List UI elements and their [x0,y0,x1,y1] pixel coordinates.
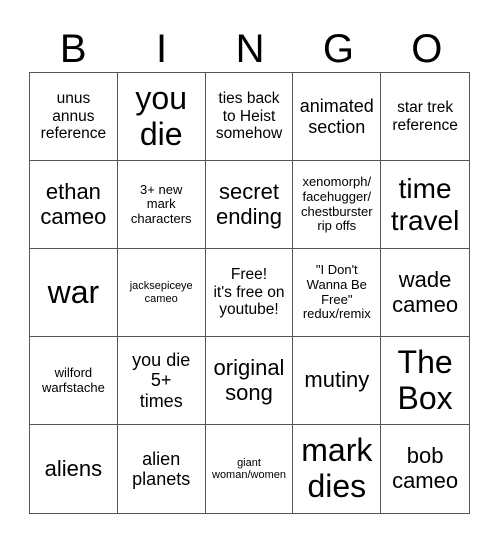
bingo-cell-label: bob cameo [392,443,459,493]
bingo-cell[interactable]: aliens [30,425,118,513]
bingo-cell[interactable]: ethan cameo [30,161,118,249]
bingo-cell-label: jacksepiceye cameo [129,280,193,305]
header-letter-g: G [322,27,354,71]
bingo-cell[interactable]: mark dies [293,425,382,513]
header-letter-b: B [59,27,87,71]
bingo-cell-label: wilford warfstache [41,364,105,395]
bingo-cell[interactable]: wade cameo [381,249,469,337]
bingo-cell[interactable]: you die 5+ times [117,337,206,425]
bingo-cell-label: "I Don't Wanna Be Free" redux/remix [302,262,371,322]
bingo-cell-label: The Box [397,343,453,416]
bingo-cell-label: xenomorph/facehugger/chestburster rip off… [301,174,373,234]
bingo-header: B I N G O [29,26,471,72]
bingo-cell-label: giant woman/women [212,456,286,481]
bingo-cell[interactable]: giant woman/women [206,425,294,513]
bingo-cell[interactable]: 3+ new mark characters [117,161,206,249]
bingo-cell-label: war [47,273,100,310]
bingo-cell[interactable]: unus annus reference [30,73,118,161]
bingo-cell[interactable]: bob cameo [381,425,469,513]
bingo-cell[interactable]: you die [117,73,206,161]
bingo-cell[interactable]: time travel [381,161,469,249]
bingo-cell-label: alien planets [132,448,191,489]
bingo-cell-label: ties back to Heist somehow [215,90,283,143]
bingo-cell[interactable]: original song [205,337,294,425]
bingo-cell-label: animated section [299,96,374,137]
bingo-cell[interactable]: jacksepiceye cameo [117,249,206,337]
bingo-cell[interactable]: alien planets [118,425,206,513]
bingo-cell[interactable]: secret ending [205,161,294,249]
bingo-cell[interactable]: xenomorph/facehugger/chestburster rip off… [293,161,382,249]
bingo-cell-label: 3+ new mark characters [130,181,192,226]
header-letter-o: O [411,27,443,71]
bingo-cell[interactable]: animated section [293,73,382,161]
bingo-cell[interactable]: The Box [381,337,469,425]
bingo-cell[interactable]: star trek reference [381,73,469,161]
bingo-cell-label: Free! it's free on youtube! [213,266,285,319]
bingo-cell-label: unus annus reference [40,90,107,143]
header-letter-n: N [235,27,265,71]
bingo-cell-label: original song [213,354,285,405]
bingo-cell-label: wade cameo [392,266,459,317]
bingo-grid: unus annus reference you die ties back to Heis… [29,72,470,514]
bingo-cell[interactable]: ties back to Heist somehow [205,73,294,161]
bingo-cell-label: mutiny [304,367,370,393]
header-letter-i: I [156,27,168,71]
bingo-cell-label: you die 5+ times [132,350,191,411]
bingo-cell[interactable]: Free! it's free on youtube! [205,249,294,337]
bingo-cell-label: aliens [44,455,103,481]
bingo-cell-label: secret ending [215,178,283,229]
bingo-cell[interactable]: war [30,249,118,337]
bingo-cell-label: you die [135,79,187,152]
bingo-cell[interactable]: wilford warfstache [30,337,118,425]
bingo-cell-label: star trek reference [392,99,458,134]
bingo-cell[interactable]: "I Don't Wanna Be Free" redux/remix [293,249,382,337]
bingo-cell-label: time travel [390,173,460,236]
bingo-cell-label: mark dies [301,432,373,504]
bingo-cell-label: ethan cameo [40,178,107,229]
bingo-cell[interactable]: mutiny [293,337,382,425]
